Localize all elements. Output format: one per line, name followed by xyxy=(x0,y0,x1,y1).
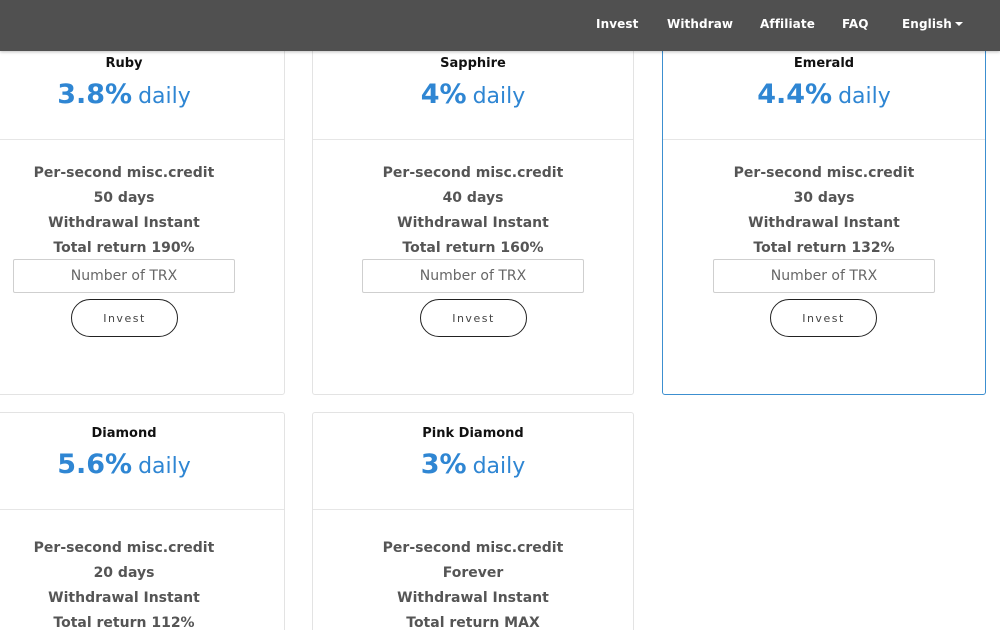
plan-name: Ruby xyxy=(105,56,143,71)
plan-name: Sapphire xyxy=(440,56,506,71)
plan-rate: 4.4% daily xyxy=(663,79,985,110)
plan-card-pink-diamond: Pink Diamond 3% daily Per-second misc.cre… xyxy=(312,412,634,631)
feature-total-return: Total return 160% xyxy=(402,240,544,256)
rate-unit: daily xyxy=(138,84,191,109)
feature-withdrawal: Withdrawal Instant xyxy=(48,215,200,231)
plan-rate: 3.8% daily xyxy=(0,79,284,110)
rate-unit: daily xyxy=(138,454,191,479)
plan-rate: 5.6% daily xyxy=(0,449,284,480)
plan-features: Per-second misc.credit 50 days Withdrawa… xyxy=(0,161,284,261)
rate-unit: daily xyxy=(472,454,526,479)
feature-withdrawal: Withdrawal Instant xyxy=(48,590,200,606)
feature-credit: Per-second misc.credit xyxy=(33,165,215,181)
feature-duration: 50 days xyxy=(93,190,155,206)
trx-amount-input[interactable] xyxy=(362,259,584,293)
feature-credit: Per-second misc.credit xyxy=(733,165,915,181)
plan-features: Per-second misc.credit 40 days Withdrawa… xyxy=(313,161,633,261)
rate-value: 3.8% xyxy=(57,79,133,110)
feature-withdrawal: Withdrawal Instant xyxy=(748,215,900,231)
rate-unit: daily xyxy=(472,84,526,109)
plan-name: Pink Diamond xyxy=(422,426,524,441)
rate-value: 4% xyxy=(420,79,467,110)
rate-unit: daily xyxy=(838,84,891,109)
plan-rate: 3% daily xyxy=(313,449,633,480)
plan-card-header: Ruby 3.8% daily xyxy=(0,43,284,140)
nav-affiliate-link[interactable]: Affiliate xyxy=(760,17,815,31)
nav-faq-link[interactable]: FAQ xyxy=(842,17,869,31)
plan-card-header: Diamond 5.6% daily xyxy=(0,413,284,510)
feature-total-return: Total return 132% xyxy=(753,240,895,256)
plan-card-ruby: Ruby 3.8% daily Per-second misc.credit 50… xyxy=(0,42,285,395)
feature-credit: Per-second misc.credit xyxy=(382,165,564,181)
plan-card-header: Emerald 4.4% daily xyxy=(663,43,985,140)
feature-duration: 40 days xyxy=(442,190,504,206)
plan-features: Per-second misc.credit 20 days Withdrawa… xyxy=(0,536,284,636)
language-dropdown[interactable]: English xyxy=(902,17,963,31)
plan-card-header: Sapphire 4% daily xyxy=(313,43,633,140)
feature-withdrawal: Withdrawal Instant xyxy=(397,215,549,231)
rate-value: 4.4% xyxy=(757,79,833,110)
invest-button[interactable]: Invest xyxy=(770,299,877,337)
feature-total-return: Total return 112% xyxy=(53,615,195,631)
trx-amount-input[interactable] xyxy=(713,259,935,293)
rate-value: 3% xyxy=(420,449,467,480)
feature-credit: Per-second misc.credit xyxy=(33,540,215,556)
plan-card-sapphire: Sapphire 4% daily Per-second misc.credit … xyxy=(312,42,634,395)
invest-button[interactable]: Invest xyxy=(71,299,178,337)
nav-withdraw-link[interactable]: Withdraw xyxy=(667,17,733,31)
feature-duration: 20 days xyxy=(93,565,155,581)
plan-card-diamond: Diamond 5.6% daily Per-second misc.credit… xyxy=(0,412,285,631)
plan-card-emerald: Emerald 4.4% daily Per-second misc.credit… xyxy=(662,42,986,395)
invest-button[interactable]: Invest xyxy=(420,299,527,337)
trx-amount-input[interactable] xyxy=(13,259,235,293)
plan-rate: 4% daily xyxy=(313,79,633,110)
feature-withdrawal: Withdrawal Instant xyxy=(397,590,549,606)
plan-features: Per-second misc.credit 30 days Withdrawa… xyxy=(663,161,985,261)
feature-total-return: Total return MAX xyxy=(406,615,540,631)
rate-value: 5.6% xyxy=(57,449,133,480)
plan-features: Per-second misc.credit Forever Withdrawa… xyxy=(313,536,633,636)
feature-total-return: Total return 190% xyxy=(53,240,195,256)
plan-name: Emerald xyxy=(793,56,855,71)
feature-duration: 30 days xyxy=(793,190,855,206)
plan-name: Diamond xyxy=(91,426,157,441)
plan-card-header: Pink Diamond 3% daily xyxy=(313,413,633,510)
feature-duration: Forever xyxy=(442,565,504,581)
language-label: English xyxy=(902,17,952,31)
top-navbar: Invest Withdraw Affiliate FAQ English xyxy=(0,0,1000,51)
caret-down-icon xyxy=(954,22,963,26)
feature-credit: Per-second misc.credit xyxy=(382,540,564,556)
nav-invest-link[interactable]: Invest xyxy=(596,17,638,31)
